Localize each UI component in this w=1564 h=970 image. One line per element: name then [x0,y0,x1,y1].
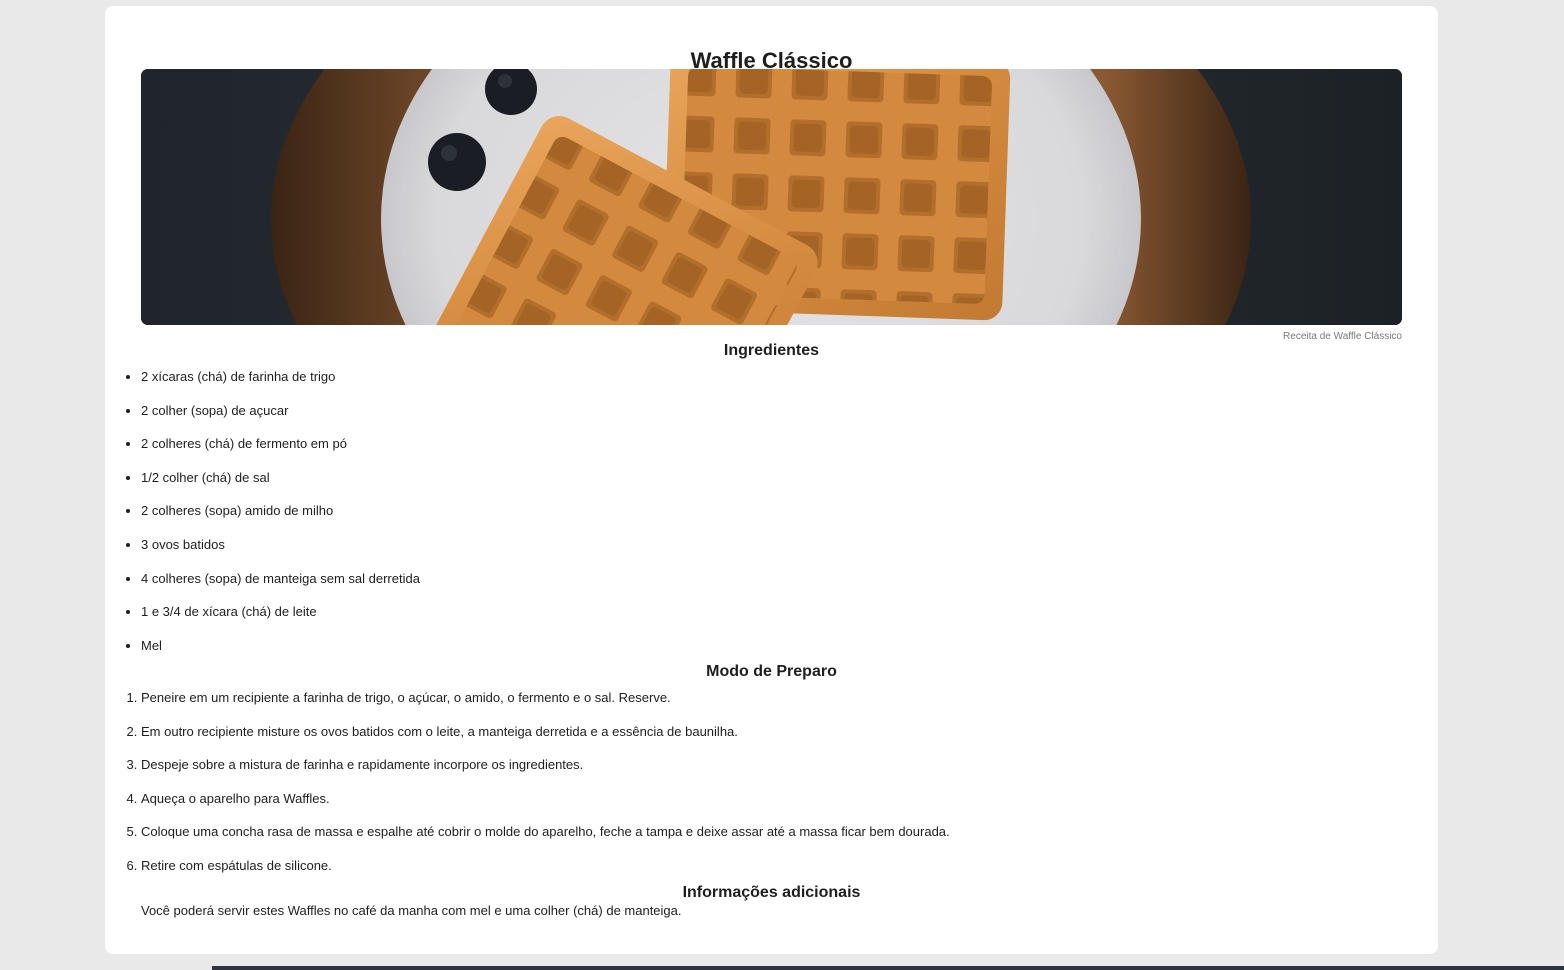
ingredient-item: 2 colheres (chá) de fermento em pó [141,435,420,469]
ingredient-item: 2 xícaras (chá) de farinha de trigo [141,368,420,402]
ingredients-heading: Ingredientes [723,342,820,359]
info-text: Você poderá servir estes Waffles no café… [141,903,682,918]
ingredient-item: 1/2 colher (chá) de sal [141,469,420,503]
steps-heading: Modo de Preparo [706,663,837,680]
ingredient-item: 1 e 3/4 de xícara (chá) de leite [141,603,420,637]
step-item: Em outro recipiente misture os ovos bati… [141,723,950,757]
ingredient-item: 4 colheres (sopa) de manteiga sem sal de… [141,570,420,604]
step-item: Aqueça o aparelho para Waffles. [141,790,950,824]
taskbar-edge [212,966,1564,970]
ingredient-item: 3 ovos batidos [141,536,420,570]
recipe-card: Waffle Clássico Receita de Waffle Clássi… [105,6,1438,954]
ingredients-list: 2 xícaras (chá) de farinha de trigo 2 co… [141,368,420,670]
step-item: Despeje sobre a mistura de farinha e rap… [141,756,950,790]
waffle-photo [141,69,1402,325]
ingredient-item: 2 colheres (sopa) amido de milho [141,502,420,536]
steps-list: Peneire em um recipiente a farinha de tr… [141,689,950,891]
info-heading: Informações adicionais [682,884,861,901]
step-item: Coloque uma concha rasa de massa e espal… [141,823,950,857]
step-item: Peneire em um recipiente a farinha de tr… [141,689,950,723]
ingredient-item: 2 colher (sopa) de açucar [141,402,420,436]
